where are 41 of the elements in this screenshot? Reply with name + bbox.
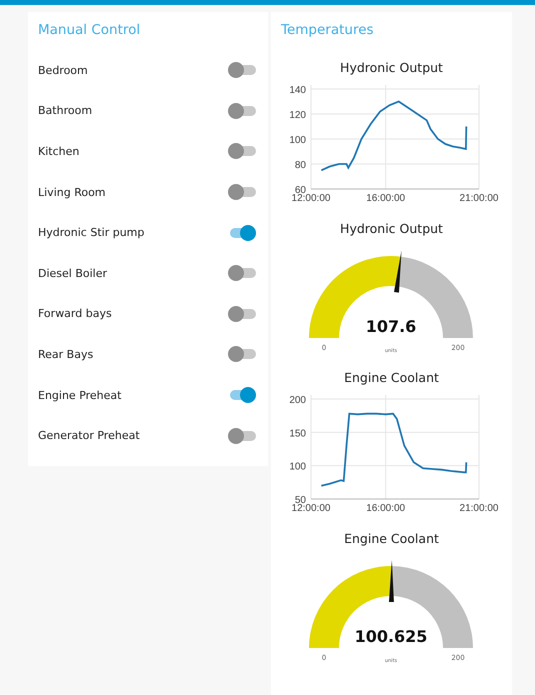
x-tick-label: 16:00:00 bbox=[366, 503, 406, 514]
x-tick-label: 12:00:00 bbox=[292, 503, 330, 514]
switch-label: Bathroom bbox=[38, 104, 92, 118]
switch-label: Kitchen bbox=[38, 144, 80, 158]
toggle-switch[interactable] bbox=[228, 62, 256, 78]
y-tick-label: 120 bbox=[289, 110, 306, 121]
toggle-switch[interactable] bbox=[228, 306, 256, 322]
switch-label: Engine Preheat bbox=[38, 388, 122, 402]
y-tick-label: 150 bbox=[289, 428, 306, 440]
switch-label: Rear Bays bbox=[38, 348, 94, 361]
toggle-switch[interactable] bbox=[228, 143, 256, 160]
x-tick-label: 21:00:00 bbox=[460, 193, 498, 204]
x-tick-label: 12:00:00 bbox=[292, 193, 330, 204]
toggle-switch[interactable] bbox=[228, 265, 256, 282]
y-tick-label: 100 bbox=[289, 135, 306, 146]
group-title: Temperatures bbox=[281, 22, 374, 38]
switch-label: Diesel Boiler bbox=[38, 266, 108, 280]
switch-label: Living Room bbox=[38, 186, 106, 199]
x-tick-label: 16:00:00 bbox=[366, 193, 406, 204]
switch-label: Hydronic Stir pump bbox=[38, 226, 144, 240]
y-tick-label: 140 bbox=[289, 85, 306, 96]
chart-title: Hydronic Output bbox=[339, 60, 444, 75]
toggle-switch[interactable] bbox=[228, 102, 256, 119]
y-tick-label: 200 bbox=[289, 395, 306, 406]
toggle-switch[interactable] bbox=[228, 346, 256, 362]
toggle-switch[interactable] bbox=[228, 387, 256, 404]
toggle-switch[interactable] bbox=[228, 184, 256, 200]
toggle-switch[interactable] bbox=[228, 224, 256, 241]
gauge-title: Engine Coolant bbox=[343, 531, 440, 546]
switch-label: Generator Preheat bbox=[38, 429, 140, 442]
group-title: Manual Control bbox=[38, 22, 142, 38]
switch-label: Forward bays bbox=[38, 307, 112, 320]
gauge-value: 100.625 bbox=[354, 627, 428, 646]
switch-label: Bedroom bbox=[38, 64, 88, 77]
gauge-title: Hydronic Output bbox=[339, 221, 444, 236]
toggle-switch[interactable] bbox=[228, 428, 256, 444]
x-tick-label: 21:00:00 bbox=[460, 503, 498, 514]
y-tick-label: 80 bbox=[294, 160, 306, 171]
y-tick-label: 100 bbox=[289, 462, 306, 473]
chart-title: Engine Coolant bbox=[343, 370, 440, 385]
gauge-value: 107.6 bbox=[366, 317, 416, 336]
